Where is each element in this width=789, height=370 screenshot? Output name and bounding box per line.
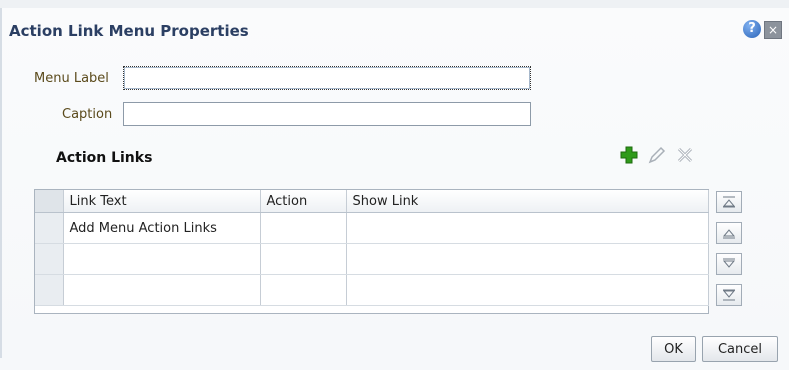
table-row[interactable] <box>35 274 709 306</box>
table-row[interactable]: Add Menu Action Links <box>35 212 709 244</box>
left-edge <box>0 8 2 358</box>
menu-label-label: Menu Label <box>34 71 109 86</box>
plus-icon <box>620 146 638 164</box>
move-top-button[interactable] <box>716 191 742 213</box>
cell-show-link[interactable] <box>346 212 709 244</box>
row-selector[interactable] <box>35 243 64 275</box>
caption-label: Caption <box>62 107 113 122</box>
action-links-table: Link Text Action Show Link Add Menu Acti… <box>34 189 709 314</box>
title-icons: ? × <box>743 20 782 39</box>
cell-link-text[interactable]: Add Menu Action Links <box>63 212 261 244</box>
action-links-toolbar <box>618 144 696 166</box>
move-down-icon <box>722 258 736 268</box>
top-strip <box>0 0 789 8</box>
action-links-title: Action Links <box>56 150 153 166</box>
cell-action[interactable] <box>260 274 347 306</box>
x-icon[interactable] <box>674 144 696 166</box>
cell-action[interactable] <box>260 243 347 275</box>
reorder-buttons <box>716 191 742 306</box>
pencil-icon <box>648 146 666 164</box>
row-selector[interactable] <box>35 274 64 306</box>
action-link-menu-properties-dialog: Action Link Menu Properties ? × Menu Lab… <box>0 0 789 370</box>
pencil-icon[interactable] <box>646 144 668 166</box>
help-icon[interactable]: ? <box>743 20 761 38</box>
x-icon <box>677 147 693 163</box>
cell-show-link[interactable] <box>346 243 709 275</box>
move-top-icon <box>722 196 736 208</box>
cell-link-text[interactable] <box>63 274 261 306</box>
column-header-link-text[interactable]: Link Text <box>63 190 261 213</box>
cell-show-link[interactable] <box>346 274 709 306</box>
move-bottom-button[interactable] <box>716 284 742 306</box>
column-header-show-link[interactable]: Show Link <box>346 190 709 213</box>
cell-link-text[interactable] <box>63 243 261 275</box>
move-up-button[interactable] <box>716 222 742 244</box>
column-header-action[interactable]: Action <box>260 190 347 213</box>
row-header-corner <box>35 190 64 213</box>
close-icon[interactable]: × <box>764 21 782 39</box>
cell-action[interactable] <box>260 212 347 244</box>
plus-icon[interactable] <box>618 144 640 166</box>
ok-button[interactable]: OK <box>651 336 696 362</box>
move-bottom-icon <box>722 289 736 301</box>
cancel-button[interactable]: Cancel <box>702 336 778 362</box>
move-up-icon <box>722 229 736 239</box>
row-selector[interactable] <box>35 212 64 244</box>
table-row[interactable] <box>35 243 709 275</box>
dialog-title: Action Link Menu Properties <box>9 22 249 40</box>
move-down-button[interactable] <box>716 253 742 275</box>
menu-label-input[interactable] <box>123 66 531 90</box>
table-header-row: Link Text Action Show Link <box>35 190 709 213</box>
caption-input[interactable] <box>123 102 531 126</box>
